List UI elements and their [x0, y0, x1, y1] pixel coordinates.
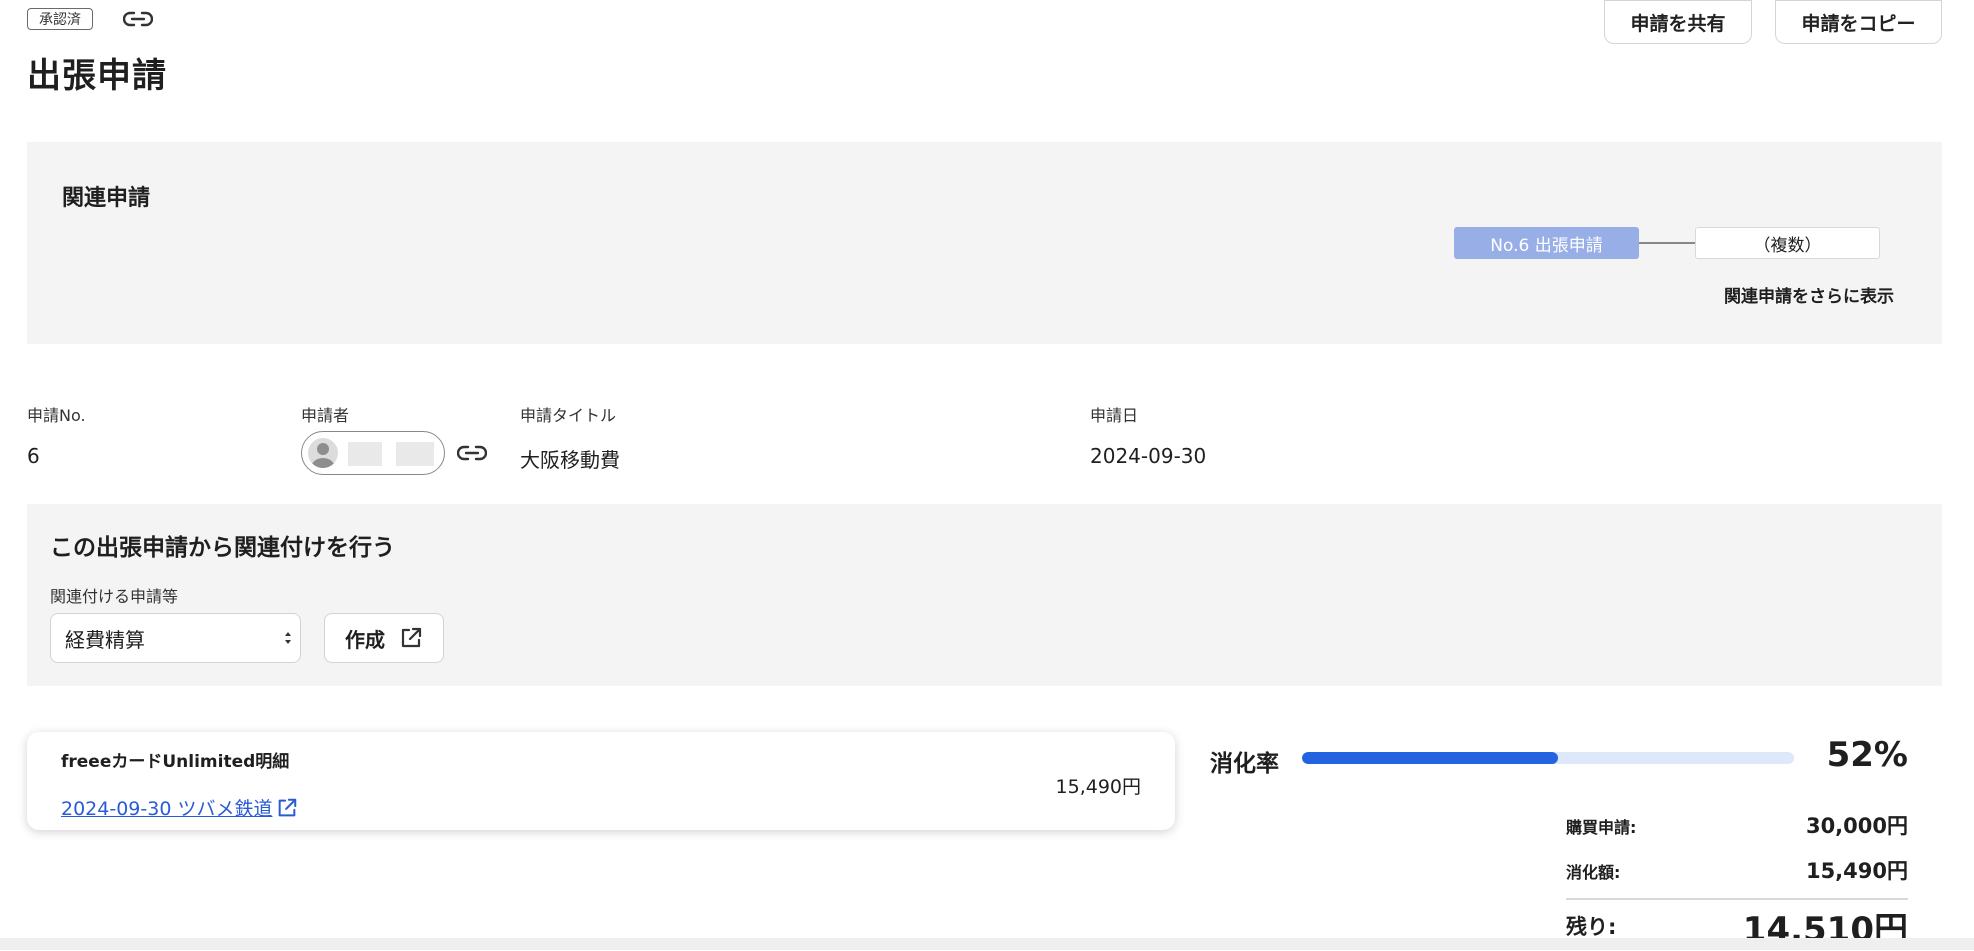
- purchase-label: 購買申請:: [1566, 818, 1637, 837]
- applicant-label: 申請者: [301, 406, 350, 425]
- card-statement: freeeカードUnlimited明細 2024-09-30 ツバメ鉄道 15,…: [27, 732, 1175, 830]
- card-statement-title: freeeカードUnlimited明細: [61, 752, 290, 772]
- request-type-select-value: 経費精算: [65, 627, 145, 652]
- applicant-chip[interactable]: [301, 431, 445, 475]
- related-connector: [1639, 242, 1695, 244]
- related-requests-title: 関連申請: [62, 186, 151, 211]
- consumption-progress-fill: [1302, 752, 1558, 764]
- link-section-title: この出張申請から関連付けを行う: [50, 535, 395, 561]
- page-title: 出張申請: [27, 56, 167, 96]
- applicant-name-redacted: [348, 442, 382, 466]
- request-title-label: 申請タイトル: [520, 406, 617, 425]
- copy-link-icon[interactable]: [120, 6, 156, 32]
- consumption-rate-value: 52%: [1826, 735, 1908, 775]
- consumption-progress-bar: [1302, 752, 1794, 764]
- create-button[interactable]: 作成: [324, 613, 444, 663]
- statement-amount: 15,490円: [1055, 776, 1141, 798]
- related-node-current[interactable]: No.6 出張申請: [1454, 227, 1639, 259]
- share-request-button[interactable]: 申請を共有: [1604, 0, 1752, 44]
- purchase-value: 30,000円: [1805, 814, 1908, 838]
- summary-divider: [1566, 898, 1908, 900]
- related-node-multiple[interactable]: （複数）: [1695, 227, 1880, 259]
- external-link-icon: [401, 627, 422, 648]
- show-more-related-link[interactable]: 関連申請をさらに表示: [1600, 282, 1894, 307]
- statement-link-text: 2024-09-30 ツバメ鉄道: [61, 798, 273, 820]
- statement-link[interactable]: 2024-09-30 ツバメ鉄道: [61, 794, 298, 821]
- remaining-label: 残り:: [1566, 915, 1617, 939]
- consumed-value: 15,490円: [1805, 859, 1908, 883]
- request-type-select[interactable]: 経費精算: [50, 613, 301, 663]
- applicant-link-icon[interactable]: [455, 440, 489, 466]
- link-select-label: 関連付ける申請等: [50, 587, 179, 606]
- request-date-label: 申請日: [1090, 406, 1139, 425]
- create-button-label: 作成: [345, 627, 385, 652]
- request-no-value: 6: [27, 444, 40, 468]
- consumed-label: 消化額:: [1566, 863, 1621, 882]
- avatar: [308, 438, 338, 468]
- select-arrows-icon: [285, 632, 291, 644]
- consumption-rate-label: 消化率: [1210, 751, 1279, 777]
- external-link-icon: [279, 798, 297, 816]
- status-badge: 承認済: [27, 8, 93, 30]
- request-date-value: 2024-09-30: [1090, 444, 1207, 468]
- applicant-name-redacted: [396, 442, 434, 466]
- request-no-label: 申請No.: [27, 406, 86, 425]
- copy-request-button[interactable]: 申請をコピー: [1775, 0, 1942, 44]
- bottom-edge: [0, 938, 1974, 950]
- request-title-value: 大阪移動費: [520, 448, 620, 472]
